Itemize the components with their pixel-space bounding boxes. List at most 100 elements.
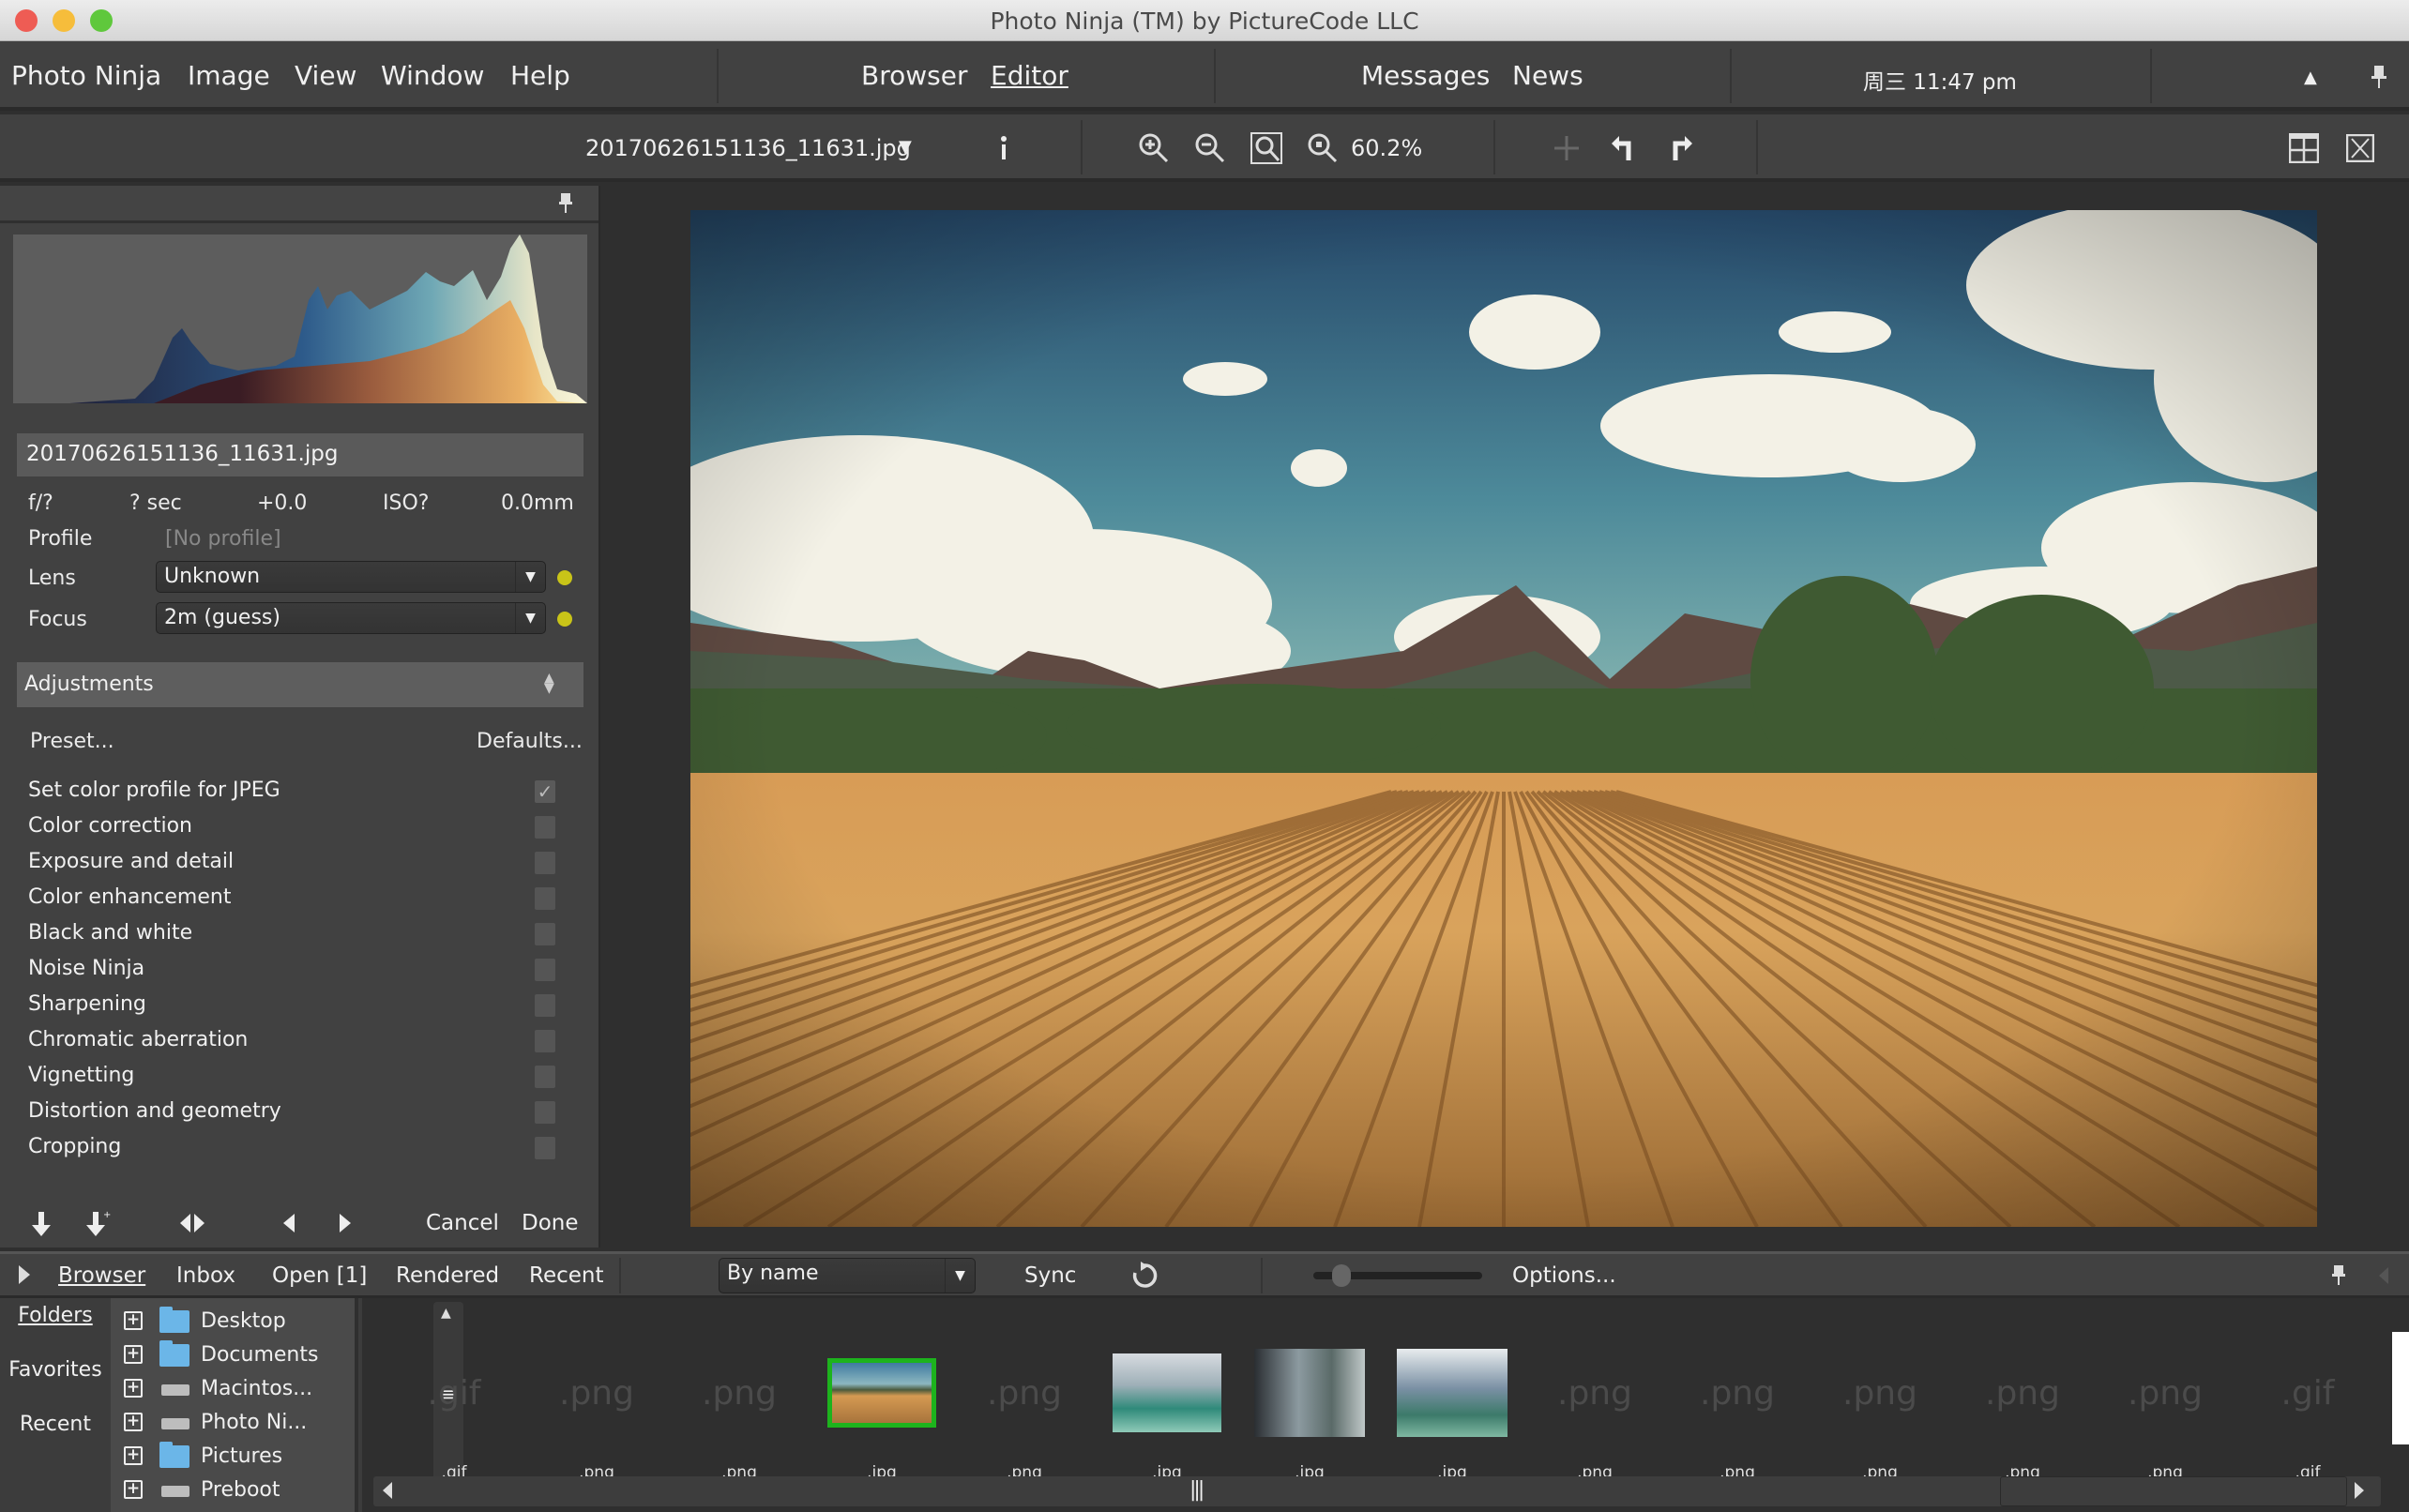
- adjustment-checkbox[interactable]: [535, 852, 555, 874]
- defaults-button[interactable]: Defaults...: [477, 730, 583, 753]
- scroll-right-icon[interactable]: [2355, 1482, 2364, 1503]
- adjustment-checkbox[interactable]: ✓: [535, 780, 555, 803]
- lens-select[interactable]: Unknown ▼: [156, 561, 546, 593]
- menu-help[interactable]: Help: [510, 60, 570, 91]
- adjustment-checkbox[interactable]: [535, 994, 555, 1017]
- thumbnail[interactable]: .png .png: [1964, 1332, 2081, 1483]
- news-link[interactable]: News: [1512, 60, 1583, 91]
- options-button[interactable]: Options...: [1512, 1263, 1616, 1288]
- messages-link[interactable]: Messages: [1361, 60, 1490, 91]
- refresh-icon[interactable]: [1131, 1262, 1158, 1293]
- scroll-left-icon[interactable]: [383, 1482, 392, 1503]
- pan-icon[interactable]: [1548, 129, 1585, 167]
- fit-to-window-icon[interactable]: [1248, 129, 1285, 167]
- menu-window[interactable]: Window: [381, 60, 484, 91]
- sync-button[interactable]: Sync: [1024, 1263, 1076, 1288]
- download-icon[interactable]: [32, 1212, 51, 1240]
- filename-field[interactable]: 20170626151136_11631.jpg: [17, 433, 583, 476]
- tab-rendered[interactable]: Rendered: [396, 1263, 499, 1288]
- thumbnail[interactable]: .png .png: [1537, 1332, 1653, 1483]
- adjustment-item[interactable]: Exposure and detail: [28, 850, 234, 873]
- folder-item[interactable]: + Preboot: [111, 1476, 317, 1506]
- expand-plus-icon[interactable]: +: [124, 1413, 143, 1431]
- rotate-right-icon[interactable]: [1662, 129, 1700, 167]
- thumbnail-size-slider[interactable]: [1313, 1264, 1482, 1287]
- thumbnail[interactable]: .gif .gif: [2250, 1332, 2366, 1483]
- menu-photo-ninja[interactable]: Photo Ninja: [11, 60, 161, 91]
- thumbnail[interactable]: .gif .gif: [396, 1332, 512, 1483]
- tab-folders[interactable]: Folders: [0, 1304, 111, 1327]
- thumbnail[interactable]: .jpg: [1394, 1332, 1510, 1482]
- expand-icon[interactable]: [19, 1265, 30, 1288]
- adjustment-checkbox[interactable]: [535, 1101, 555, 1124]
- pin-icon[interactable]: [2371, 66, 2386, 94]
- filmstrip-scrollbar[interactable]: |||: [373, 1476, 2381, 1506]
- previous-icon[interactable]: [283, 1214, 295, 1236]
- collapse-left-icon[interactable]: [2379, 1267, 2388, 1288]
- folder-item[interactable]: + Photo Ni...: [111, 1409, 317, 1439]
- close-view-icon[interactable]: [2341, 129, 2379, 167]
- done-button[interactable]: Done: [522, 1211, 579, 1235]
- adjustment-checkbox[interactable]: [535, 923, 555, 945]
- adjustment-checkbox[interactable]: [535, 816, 555, 839]
- menu-image[interactable]: Image: [188, 60, 270, 91]
- preset-button[interactable]: Preset...: [30, 730, 114, 753]
- mode-editor[interactable]: Editor: [991, 60, 1068, 91]
- expand-plus-icon[interactable]: +: [124, 1345, 143, 1364]
- zoom-level[interactable]: 60.2%: [1351, 135, 1422, 161]
- tab-recent[interactable]: Recent: [529, 1263, 604, 1288]
- adjustment-checkbox[interactable]: [535, 1030, 555, 1052]
- mode-browser[interactable]: Browser: [861, 60, 967, 91]
- tab-inbox[interactable]: Inbox: [176, 1263, 235, 1288]
- thumbnail[interactable]: .jpg: [1109, 1332, 1225, 1482]
- zoom-out-icon[interactable]: [1191, 129, 1229, 167]
- adjustment-item[interactable]: Cropping: [28, 1135, 121, 1158]
- slider-handle[interactable]: [1332, 1264, 1351, 1287]
- adjustment-item[interactable]: Noise Ninja: [28, 957, 144, 980]
- adjustment-item[interactable]: Black and white: [28, 921, 192, 945]
- adjustment-checkbox[interactable]: [535, 887, 555, 910]
- rotate-left-icon[interactable]: [1604, 129, 1642, 167]
- adjustment-item[interactable]: Color correction: [28, 814, 192, 838]
- adjustment-item[interactable]: Distortion and geometry: [28, 1099, 281, 1123]
- collapse-up-icon[interactable]: ▲: [2304, 68, 2317, 87]
- thumbnail[interactable]: .png .png: [1822, 1332, 1938, 1483]
- adjustment-item[interactable]: Set color profile for JPEG: [28, 779, 280, 802]
- adjustment-checkbox[interactable]: [535, 1066, 555, 1088]
- tab-recent-folders[interactable]: Recent: [0, 1413, 111, 1436]
- folder-item[interactable]: + Macintos...: [111, 1375, 317, 1405]
- folder-item[interactable]: + Pictures: [111, 1442, 317, 1473]
- adjustment-item[interactable]: Color enhancement: [28, 885, 231, 909]
- scroll-thumb-grip-icon[interactable]: |||: [1189, 1478, 1204, 1502]
- adjustment-item[interactable]: Chromatic aberration: [28, 1028, 248, 1051]
- menu-view[interactable]: View: [295, 60, 356, 91]
- tab-favorites[interactable]: Favorites: [0, 1358, 111, 1382]
- adjustment-item[interactable]: Sharpening: [28, 992, 146, 1016]
- download-plus-icon[interactable]: +: [86, 1210, 111, 1240]
- file-dropdown-icon[interactable]: ▼: [899, 137, 912, 157]
- folder-item[interactable]: + Documents: [111, 1340, 318, 1371]
- folder-item[interactable]: + Desktop: [111, 1307, 317, 1338]
- cancel-button[interactable]: Cancel: [426, 1211, 499, 1235]
- expand-plus-icon[interactable]: +: [124, 1480, 143, 1499]
- adjustment-item[interactable]: Vignetting: [28, 1064, 134, 1087]
- adjustment-checkbox[interactable]: [535, 959, 555, 981]
- thumbnail[interactable]: .png .png: [538, 1332, 655, 1483]
- adjustment-checkbox[interactable]: [535, 1137, 555, 1159]
- thumbnail[interactable]: .jpg: [1251, 1332, 1368, 1482]
- file-selector[interactable]: 20170626151136_11631.jpg: [585, 135, 911, 161]
- compare-icon[interactable]: [180, 1214, 205, 1236]
- expand-plus-icon[interactable]: +: [124, 1311, 143, 1330]
- thumbnail[interactable]: .jpg: [824, 1332, 940, 1482]
- pin-icon[interactable]: [559, 193, 572, 218]
- expand-plus-icon[interactable]: +: [124, 1379, 143, 1398]
- pane-divider[interactable]: [358, 1298, 362, 1512]
- focus-select[interactable]: 2m (guess) ▼: [156, 602, 546, 634]
- thumbnail[interactable]: .png .png: [2107, 1332, 2223, 1483]
- info-icon[interactable]: [985, 129, 1023, 167]
- zoom-in-icon[interactable]: [1135, 129, 1173, 167]
- tab-browser[interactable]: Browser: [58, 1263, 145, 1288]
- zoom-actual-icon[interactable]: [1304, 129, 1341, 167]
- thumbnail[interactable]: .png .png: [681, 1332, 797, 1483]
- tab-open[interactable]: Open [1]: [272, 1263, 367, 1288]
